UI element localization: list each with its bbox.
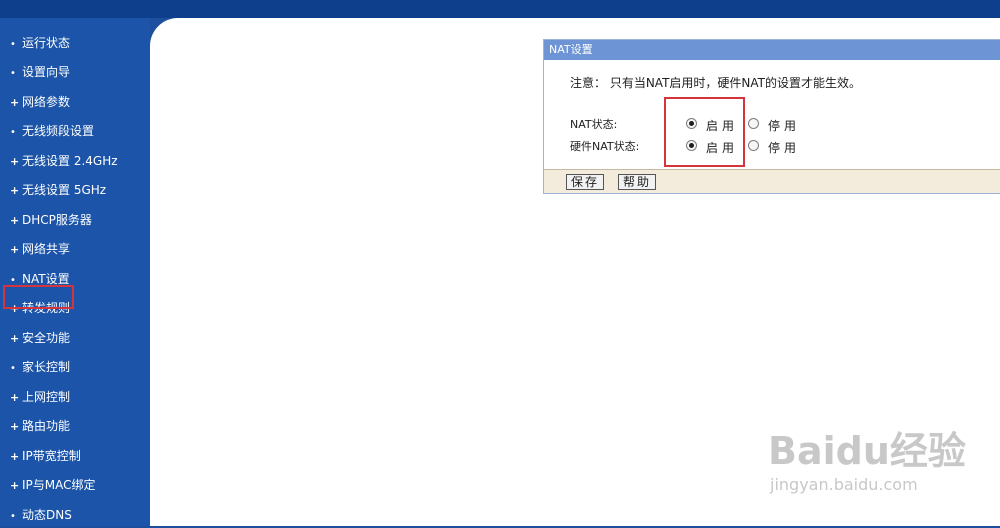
- panel-title: NAT设置: [544, 40, 1000, 60]
- watermark-logo-text: Baidu经验: [768, 429, 966, 473]
- sidebar-item-label: DHCP服务器: [22, 213, 92, 227]
- save-button[interactable]: 保存: [566, 174, 605, 190]
- sidebar: • 运行状态 • 设置向导 + 网络参数 • 无线频段设置 + 无线设置 2.4GHz +…: [0, 18, 150, 526]
- plus-icon: +: [10, 214, 20, 227]
- sidebar-item-label: 路由功能: [22, 419, 71, 433]
- plus-icon: +: [10, 391, 20, 404]
- bullet-icon: •: [10, 127, 16, 138]
- plus-icon: +: [10, 96, 20, 109]
- sidebar-item-label: 运行状态: [22, 36, 71, 50]
- sidebar-item-network-sharing[interactable]: + 网络共享: [10, 238, 70, 260]
- plus-icon: +: [10, 479, 20, 492]
- sidebar-item-label: 无线设置 5GHz: [22, 183, 107, 197]
- plus-icon: +: [10, 332, 20, 345]
- baidu-watermark: Baidu经验 jingyan.baidu.com: [768, 420, 966, 494]
- bullet-icon: •: [10, 363, 16, 374]
- nat-status-label: NAT状态:: [570, 118, 618, 131]
- plus-icon: +: [10, 420, 20, 433]
- sidebar-item-ip-mac-binding[interactable]: + IP与MAC绑定: [10, 474, 96, 496]
- plus-icon: +: [10, 155, 20, 168]
- sidebar-item-network-params[interactable]: + 网络参数: [10, 91, 70, 113]
- watermark-url: jingyan.baidu.com: [770, 475, 918, 494]
- nat-disable-radio[interactable]: [748, 118, 759, 129]
- radio-highlight-box: [664, 97, 745, 167]
- sidebar-item-parental-control[interactable]: • 家长控制: [10, 356, 70, 378]
- plus-icon: +: [10, 243, 20, 256]
- sidebar-item-run-status[interactable]: • 运行状态: [10, 32, 70, 54]
- sidebar-item-internet-control[interactable]: + 上网控制: [10, 386, 70, 408]
- nat-disable-label: 停用: [768, 119, 801, 133]
- bullet-icon: •: [10, 68, 16, 79]
- hw-nat-disable-label: 停用: [768, 141, 801, 155]
- sidebar-item-wireless-5ghz[interactable]: + 无线设置 5GHz: [10, 179, 106, 201]
- sidebar-item-label: 网络参数: [22, 95, 71, 109]
- sidebar-item-ddns[interactable]: • 动态DNS: [10, 504, 72, 526]
- sidebar-item-label: 无线设置 2.4GHz: [22, 154, 118, 168]
- nat-settings-panel: NAT设置 注意： 只有当NAT启用时，硬件NAT的设置才能生效。 NAT状态:…: [543, 39, 1000, 194]
- plus-icon: +: [10, 450, 20, 463]
- hw-nat-status-label: 硬件NAT状态:: [570, 140, 640, 153]
- notice-text: 注意： 只有当NAT启用时，硬件NAT的设置才能生效。: [570, 76, 861, 90]
- sidebar-item-wireless-24ghz[interactable]: + 无线设置 2.4GHz: [10, 150, 118, 172]
- help-button[interactable]: 帮助: [618, 174, 657, 190]
- sidebar-item-label: 上网控制: [22, 390, 71, 404]
- sidebar-item-routing[interactable]: + 路由功能: [10, 415, 70, 437]
- sidebar-item-ip-bandwidth[interactable]: + IP带宽控制: [10, 445, 81, 467]
- sidebar-item-setup-wizard[interactable]: • 设置向导: [10, 61, 70, 83]
- sidebar-item-label: IP与MAC绑定: [22, 478, 96, 492]
- plus-icon: +: [10, 184, 20, 197]
- sidebar-item-label: IP带宽控制: [22, 449, 81, 463]
- nat-item-highlight-box: [3, 285, 74, 309]
- bullet-icon: •: [10, 511, 16, 522]
- bullet-icon: •: [10, 39, 16, 50]
- sidebar-item-label: 设置向导: [22, 65, 71, 79]
- sidebar-item-wireless-band[interactable]: • 无线频段设置: [10, 120, 94, 142]
- sidebar-item-label: NAT设置: [22, 272, 70, 286]
- sidebar-item-dhcp-server[interactable]: + DHCP服务器: [10, 209, 92, 231]
- sidebar-item-label: 家长控制: [22, 360, 71, 374]
- sidebar-item-security[interactable]: + 安全功能: [10, 327, 70, 349]
- sidebar-item-label: 安全功能: [22, 331, 71, 345]
- hw-nat-disable-radio[interactable]: [748, 140, 759, 151]
- panel-footer: 保存 帮助: [544, 169, 1000, 193]
- sidebar-item-label: 无线频段设置: [22, 124, 95, 138]
- sidebar-item-label: 动态DNS: [22, 508, 72, 522]
- top-bar: [0, 0, 1000, 18]
- sidebar-item-label: 网络共享: [22, 242, 71, 256]
